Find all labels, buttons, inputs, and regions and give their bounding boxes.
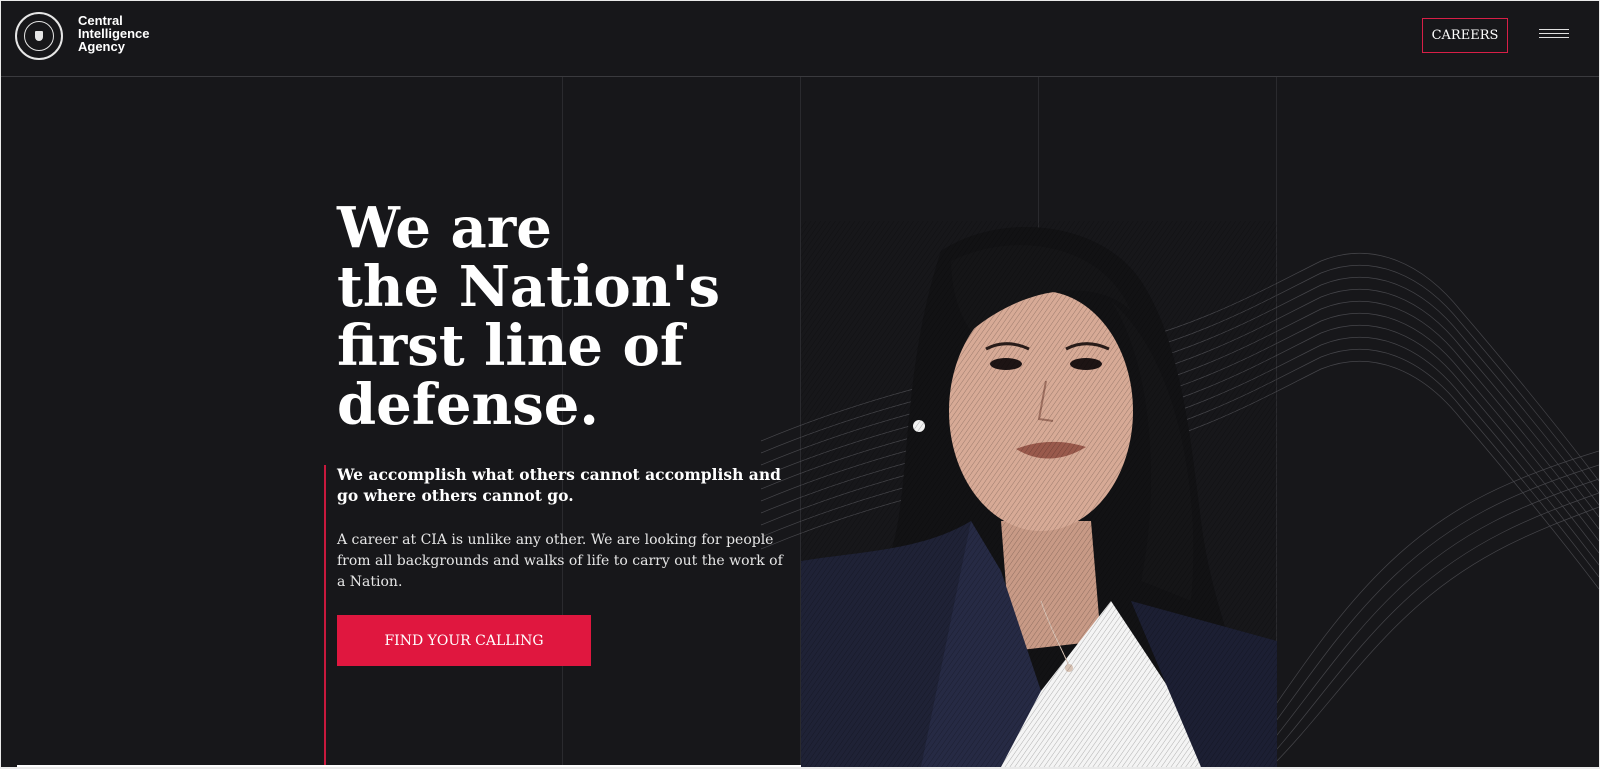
hero-headline: We are the Nation's first line of defens…	[337, 199, 720, 435]
bottom-edge-bar	[17, 765, 801, 767]
hero-body-text: A career at CIA is unlike any other. We …	[337, 532, 783, 590]
site-header: Central Intelligence Agency CAREERS	[1, 1, 1599, 77]
headline-line: We are	[337, 195, 552, 261]
portrait-photo	[801, 221, 1277, 767]
hero-subheading: We accomplish what others cannot accompl…	[337, 465, 781, 505]
headline-line: the Nation's	[337, 254, 721, 320]
cia-seal-icon[interactable]	[15, 12, 63, 60]
headline-line: defense.	[337, 372, 599, 438]
headline-line: first line of	[337, 313, 684, 379]
careers-button[interactable]: CAREERS	[1422, 18, 1508, 53]
accent-divider	[324, 465, 326, 767]
page: Central Intelligence Agency CAREERS We a…	[1, 1, 1599, 767]
find-your-calling-button[interactable]: FIND YOUR CALLING	[337, 615, 591, 666]
hamburger-menu-icon[interactable]	[1539, 29, 1569, 45]
brand-logotype[interactable]: Central Intelligence Agency	[78, 14, 150, 53]
brand-line: Agency	[78, 39, 125, 54]
